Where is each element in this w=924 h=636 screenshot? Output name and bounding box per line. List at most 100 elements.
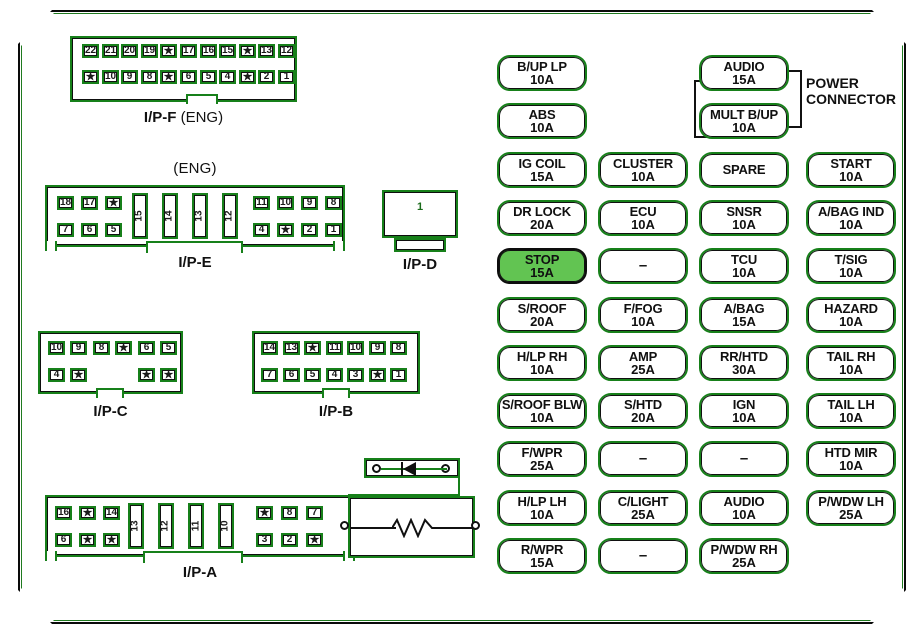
ip-a-tall-pin-12[interactable]: 12 <box>158 503 174 549</box>
ip-c-pin-★-1-1[interactable]: ★ <box>70 368 87 382</box>
fuse-amp-21[interactable]: AMP 25A <box>598 345 688 381</box>
ip-e-pin-10-r0-1[interactable]: 10 <box>277 196 294 210</box>
ip-a-pin-7-r0-2[interactable]: 7 <box>306 506 323 520</box>
fuse-cluster-5[interactable]: CLUSTER 10A <box>598 152 688 188</box>
ip-a-tall-pin-13[interactable]: 13 <box>128 503 144 549</box>
ip-f-pin-19-0-3[interactable]: 19 <box>141 44 158 58</box>
ip-e-pin-2-r1-2[interactable]: 2 <box>301 223 318 237</box>
fuse-c-light-33[interactable]: C/LIGHT 25A <box>598 490 688 526</box>
ip-e-pin-6-1-1[interactable]: 6 <box>81 223 98 237</box>
ip-f-pin-9-1-2[interactable]: 9 <box>121 70 138 84</box>
ip-f-pin-20-0-2[interactable]: 20 <box>121 44 138 58</box>
ip-b-pin-6-1-1[interactable]: 6 <box>283 368 300 382</box>
fuse-htd-mir-31[interactable]: HTD MIR 10A <box>806 441 896 477</box>
ip-b-pin-14-0-0[interactable]: 14 <box>261 341 278 355</box>
fuse-ign-26[interactable]: IGN 10A <box>699 393 789 429</box>
ip-e-pin-17-0-1[interactable]: 17 <box>81 196 98 210</box>
ip-b-pin-5-1-2[interactable]: 5 <box>304 368 321 382</box>
ip-f-pin-17-0-5[interactable]: 17 <box>180 44 197 58</box>
ip-f-pin-15-0-7[interactable]: 15 <box>219 44 236 58</box>
ip-b-pin-★-0-2[interactable]: ★ <box>304 341 321 355</box>
fuse-tail-rh-23[interactable]: TAIL RH 10A <box>806 345 896 381</box>
ip-a-pin-14-0-2[interactable]: 14 <box>103 506 120 520</box>
ip-f-pin-★-1-4[interactable]: ★ <box>160 70 177 84</box>
ip-e-tall-pin-12[interactable]: 12 <box>222 193 238 239</box>
ip-b-pin-★-1-5[interactable]: ★ <box>369 368 386 382</box>
ip-c-pin-★-1-5[interactable]: ★ <box>160 368 177 382</box>
ip-e-pin-★-0-2[interactable]: ★ <box>105 196 122 210</box>
ip-f-pin-★-1-0[interactable]: ★ <box>82 70 99 84</box>
ip-f-pin-2-1-9[interactable]: 2 <box>258 70 275 84</box>
ip-f-pin-12-0-10[interactable]: 12 <box>278 44 295 58</box>
fuse-f-wpr-28[interactable]: F/WPR 25A <box>497 441 587 477</box>
ip-f-pin-5-1-6[interactable]: 5 <box>200 70 217 84</box>
ip-f-pin-★-1-8[interactable]: ★ <box>239 70 256 84</box>
ip-a-pin-★-1-2[interactable]: ★ <box>103 533 120 547</box>
fuse-tail-lh-27[interactable]: TAIL LH 10A <box>806 393 896 429</box>
fuse-b-up-lp-0[interactable]: B/UP LP 10A <box>497 55 587 91</box>
fuse-ecu-9[interactable]: ECU 10A <box>598 200 688 236</box>
ip-a-pin-★-r1-2[interactable]: ★ <box>306 533 323 547</box>
fuse-blank-37[interactable]: – <box>598 538 688 574</box>
ip-e-pin-1-r1-3[interactable]: 1 <box>325 223 342 237</box>
ip-f-pin-6-1-5[interactable]: 6 <box>180 70 197 84</box>
fuse-h-lp-lh-32[interactable]: H/LP LH 10A <box>497 490 587 526</box>
ip-a-pin-2-r1-1[interactable]: 2 <box>281 533 298 547</box>
fuse-blank-13[interactable]: – <box>598 248 688 284</box>
ip-e-pin-7-1-0[interactable]: 7 <box>57 223 74 237</box>
ip-e-tall-pin-15[interactable]: 15 <box>132 193 148 239</box>
fuse-blank-30[interactable]: – <box>699 441 789 477</box>
ip-a-pin-16-0-0[interactable]: 16 <box>55 506 72 520</box>
ip-f-pin-10-1-1[interactable]: 10 <box>102 70 119 84</box>
ip-b-pin-9-0-5[interactable]: 9 <box>369 341 386 355</box>
fuse-t-sig-15[interactable]: T/SIG 10A <box>806 248 896 284</box>
ip-c-pin-8-0-2[interactable]: 8 <box>93 341 110 355</box>
ip-b-pin-10-0-4[interactable]: 10 <box>347 341 364 355</box>
ip-c-pin-4-1-0[interactable]: 4 <box>48 368 65 382</box>
ip-a-pin-6-1-0[interactable]: 6 <box>55 533 72 547</box>
ip-c-pin-9-0-1[interactable]: 9 <box>70 341 87 355</box>
connector-ip-d[interactable]: 1 <box>382 190 458 238</box>
fuse-p-wdw-lh-35[interactable]: P/WDW LH 25A <box>806 490 896 526</box>
ip-a-pin-★-0-1[interactable]: ★ <box>79 506 96 520</box>
ip-e-pin-4-r1-0[interactable]: 4 <box>253 223 270 237</box>
fuse-audio-34[interactable]: AUDIO 10A <box>699 490 789 526</box>
ip-e-pin-11-r0-0[interactable]: 11 <box>253 196 270 210</box>
ip-f-pin-22-0-0[interactable]: 22 <box>82 44 99 58</box>
ip-a-pin-8-r0-1[interactable]: 8 <box>281 506 298 520</box>
ip-c-pin-10-0-0[interactable]: 10 <box>48 341 65 355</box>
ip-e-pin-5-1-2[interactable]: 5 <box>105 223 122 237</box>
fuse-h-lp-rh-20[interactable]: H/LP RH 10A <box>497 345 587 381</box>
fuse-tcu-14[interactable]: TCU 10A <box>699 248 789 284</box>
ip-f-pin-16-0-6[interactable]: 16 <box>200 44 217 58</box>
ip-f-pin-8-1-3[interactable]: 8 <box>141 70 158 84</box>
ip-e-pin-18-0-0[interactable]: 18 <box>57 196 74 210</box>
ip-b-pin-13-0-1[interactable]: 13 <box>283 341 300 355</box>
fuse-mult-b-up-3[interactable]: MULT B/UP 10A <box>699 103 789 139</box>
ip-a-pin-★-r0-0[interactable]: ★ <box>256 506 273 520</box>
fuse-f-fog-17[interactable]: F/FOG 10A <box>598 297 688 333</box>
ip-b-pin-1-1-6[interactable]: 1 <box>390 368 407 382</box>
fuse-ig-coil-4[interactable]: IG COIL 15A <box>497 152 587 188</box>
ip-f-pin-21-0-1[interactable]: 21 <box>102 44 119 58</box>
fuse-audio-1[interactable]: AUDIO 15A <box>699 55 789 91</box>
ip-a-pin-3-r1-0[interactable]: 3 <box>256 533 273 547</box>
fuse-r-wpr-36[interactable]: R/WPR 15A <box>497 538 587 574</box>
ip-c-pin-5-0-5[interactable]: 5 <box>160 341 177 355</box>
ip-f-pin-1-1-10[interactable]: 1 <box>278 70 295 84</box>
fuse-rr-htd-22[interactable]: RR/HTD 30A <box>699 345 789 381</box>
ip-a-tall-pin-10[interactable]: 10 <box>218 503 234 549</box>
ip-f-pin-★-0-8[interactable]: ★ <box>239 44 256 58</box>
ip-b-pin-7-1-0[interactable]: 7 <box>261 368 278 382</box>
ip-e-pin-★-r1-1[interactable]: ★ <box>277 223 294 237</box>
fuse-spare-6[interactable]: SPARE <box>699 152 789 188</box>
ip-a-pin-★-1-1[interactable]: ★ <box>79 533 96 547</box>
ip-e-tall-pin-14[interactable]: 14 <box>162 193 178 239</box>
fuse-abs-2[interactable]: ABS 10A <box>497 103 587 139</box>
ip-b-pin-8-0-6[interactable]: 8 <box>390 341 407 355</box>
fuse-s-htd-25[interactable]: S/HTD 20A <box>598 393 688 429</box>
fuse-s-roof-blw-24[interactable]: S/ROOF BLW 10A <box>497 393 587 429</box>
fuse-start-7[interactable]: START 10A <box>806 152 896 188</box>
fuse-a-bag-ind-11[interactable]: A/BAG IND 10A <box>806 200 896 236</box>
ip-b-pin-3-1-4[interactable]: 3 <box>347 368 364 382</box>
